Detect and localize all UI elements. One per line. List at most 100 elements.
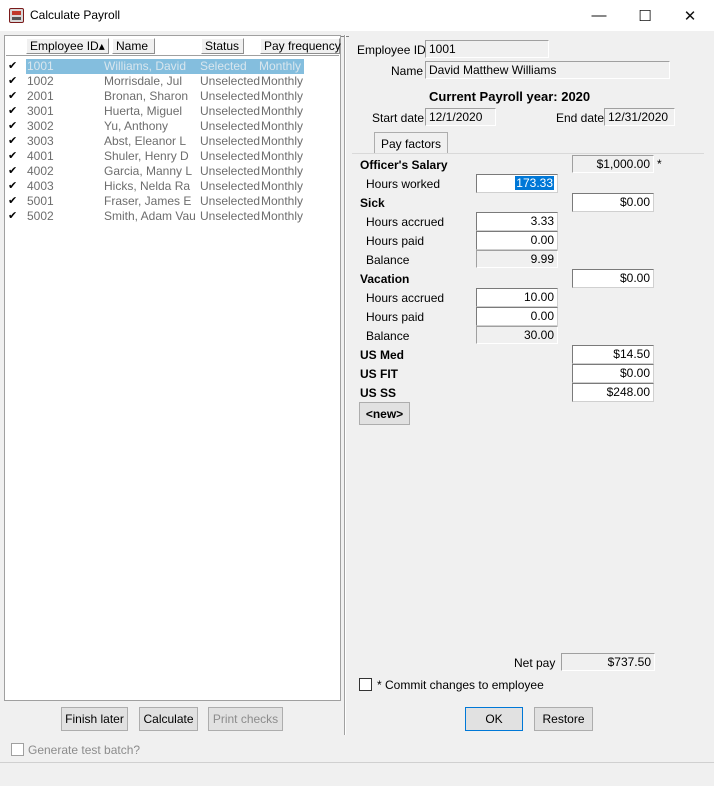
table-row[interactable]: ✔ 1001 Williams, David Selected Monthly xyxy=(6,59,339,74)
end-date-field: 12/31/2020 xyxy=(604,108,675,126)
window-title: Calculate Payroll xyxy=(30,8,121,22)
column-header-label: Employee ID xyxy=(30,39,99,53)
vacation-hours-accrued-label: Hours accrued xyxy=(366,291,445,305)
column-header-status[interactable]: Status xyxy=(201,38,244,54)
start-date-field: 12/1/2020 xyxy=(425,108,496,126)
name-cell: Fraser, James E xyxy=(104,194,192,208)
panel-splitter[interactable] xyxy=(344,35,346,735)
start-date-label: Start date xyxy=(372,111,425,125)
status-cell: Unselected xyxy=(200,164,261,178)
pay-frequency-cell: Monthly xyxy=(261,74,304,88)
name-label: Name xyxy=(391,64,424,78)
employee-name-field: David Matthew Williams xyxy=(425,61,670,79)
maximize-button[interactable]: ☐ xyxy=(622,0,668,31)
checkmark-icon: ✔ xyxy=(8,90,18,102)
print-checks-button[interactable]: Print checks xyxy=(208,707,283,731)
checkmark-icon: ✔ xyxy=(8,105,18,117)
sick-amount-input[interactable]: $0.00 xyxy=(572,193,654,212)
minimize-button[interactable]: — xyxy=(576,0,622,31)
table-row[interactable]: ✔ 3001 Huerta, Miguel Unselected Monthly xyxy=(6,104,339,119)
name-cell: Williams, David xyxy=(104,59,187,73)
officers-salary-label: Officer's Salary xyxy=(360,158,448,172)
table-row[interactable]: ✔ 4002 Garcia, Manny L Unselected Monthl… xyxy=(6,164,339,179)
sick-balance-label: Balance xyxy=(366,253,410,267)
table-row[interactable]: ✔ 5001 Fraser, James E Unselected Monthl… xyxy=(6,194,339,209)
table-row[interactable]: ✔ 3002 Yu, Anthony Unselected Monthly xyxy=(6,119,339,134)
status-cell: Unselected xyxy=(200,194,261,208)
name-cell: Hicks, Nelda Ra xyxy=(104,179,191,193)
tab-divider xyxy=(352,153,704,154)
tab-pay-factors[interactable]: Pay factors xyxy=(374,132,448,154)
name-cell: Shuler, Henry D xyxy=(104,149,189,163)
payroll-year-heading: Current Payroll year: 2020 xyxy=(429,89,591,104)
title-bar: Calculate Payroll — ☐ ✕ xyxy=(0,0,714,31)
sick-label: Sick xyxy=(360,196,385,210)
header-divider xyxy=(6,55,339,58)
vacation-balance-field: 30.00 xyxy=(476,326,558,344)
column-header-name[interactable]: Name xyxy=(112,38,155,54)
status-cell: Unselected xyxy=(200,89,261,103)
pay-frequency-cell: Monthly xyxy=(261,119,304,133)
checkmark-icon: ✔ xyxy=(8,135,18,147)
pay-frequency-cell: Monthly xyxy=(261,104,304,118)
us-fit-input[interactable]: $0.00 xyxy=(572,364,654,383)
us-ss-input[interactable]: $248.00 xyxy=(572,383,654,402)
finish-later-button[interactable]: Finish later xyxy=(61,707,128,731)
pay-frequency-cell: Monthly xyxy=(261,89,304,103)
checkmark-icon: ✔ xyxy=(8,60,18,72)
close-button[interactable]: ✕ xyxy=(667,0,713,31)
checkmark-icon: ✔ xyxy=(8,165,18,177)
us-ss-label: US SS xyxy=(360,386,397,400)
generate-test-batch-checkbox[interactable] xyxy=(11,743,24,756)
vacation-hours-paid-label: Hours paid xyxy=(366,310,425,324)
calculate-button[interactable]: Calculate xyxy=(139,707,198,731)
net-pay-label: Net pay xyxy=(514,656,556,670)
vacation-hours-accrued-input[interactable]: 10.00 xyxy=(476,288,558,307)
hours-worked-value: 173.33 xyxy=(515,176,554,190)
ok-button[interactable]: OK xyxy=(465,707,523,731)
pay-frequency-cell: Monthly xyxy=(261,194,304,208)
employee-id-field: 1001 xyxy=(425,40,549,58)
hours-worked-input[interactable]: 173.33 xyxy=(476,174,558,193)
name-cell: Bronan, Sharon xyxy=(104,89,189,103)
commit-changes-label: * Commit changes to employee xyxy=(377,678,544,692)
employee-id-cell: 3002 xyxy=(27,119,54,133)
name-cell: Smith, Adam Vau xyxy=(104,209,196,223)
name-cell: Yu, Anthony xyxy=(104,119,169,133)
employee-id-cell: 4002 xyxy=(27,164,54,178)
hours-worked-label: Hours worked xyxy=(366,177,441,191)
vacation-hours-paid-input[interactable]: 0.00 xyxy=(476,307,558,326)
status-cell: Unselected xyxy=(200,104,261,118)
checkmark-icon: ✔ xyxy=(8,150,18,162)
table-row[interactable]: ✔ 3003 Abst, Eleanor L Unselected Monthl… xyxy=(6,134,339,149)
table-row[interactable]: ✔ 1002 Morrisdale, Jul Unselected Monthl… xyxy=(6,74,339,89)
name-cell: Morrisdale, Jul xyxy=(104,74,183,88)
checkmark-icon: ✔ xyxy=(8,120,18,132)
checkmark-icon: ✔ xyxy=(8,210,18,222)
net-pay-field: $737.50 xyxy=(561,653,655,671)
status-cell: Selected xyxy=(200,59,247,73)
table-row[interactable]: ✔ 2001 Bronan, Sharon Unselected Monthly xyxy=(6,89,339,104)
column-header-employee-id[interactable]: Employee ID▴ xyxy=(26,38,109,54)
employee-id-cell: 5002 xyxy=(27,209,54,223)
restore-button[interactable]: Restore xyxy=(534,707,593,731)
pay-frequency-cell: Monthly xyxy=(261,179,304,193)
sick-hours-accrued-input[interactable]: 3.33 xyxy=(476,212,558,231)
employee-id-cell: 3003 xyxy=(27,134,54,148)
generate-test-batch-label: Generate test batch? xyxy=(28,743,141,757)
status-cell: Unselected xyxy=(200,209,261,223)
vacation-amount-input[interactable]: $0.00 xyxy=(572,269,654,288)
commit-changes-checkbox[interactable] xyxy=(359,678,372,691)
us-med-input[interactable]: $14.50 xyxy=(572,345,654,364)
pay-frequency-cell: Monthly xyxy=(261,149,304,163)
table-row[interactable]: ✔ 4001 Shuler, Henry D Unselected Monthl… xyxy=(6,149,339,164)
new-pay-factor-button[interactable]: <new> xyxy=(359,402,410,425)
sort-ascending-icon: ▴ xyxy=(98,39,105,53)
status-cell: Unselected xyxy=(200,149,261,163)
checkmark-icon: ✔ xyxy=(8,195,18,207)
column-header-pay-frequency[interactable]: Pay frequency xyxy=(260,38,341,54)
table-row[interactable]: ✔ 5002 Smith, Adam Vau Unselected Monthl… xyxy=(6,209,339,224)
name-cell: Garcia, Manny L xyxy=(104,164,193,178)
table-row[interactable]: ✔ 4003 Hicks, Nelda Ra Unselected Monthl… xyxy=(6,179,339,194)
sick-hours-paid-input[interactable]: 0.00 xyxy=(476,231,558,250)
